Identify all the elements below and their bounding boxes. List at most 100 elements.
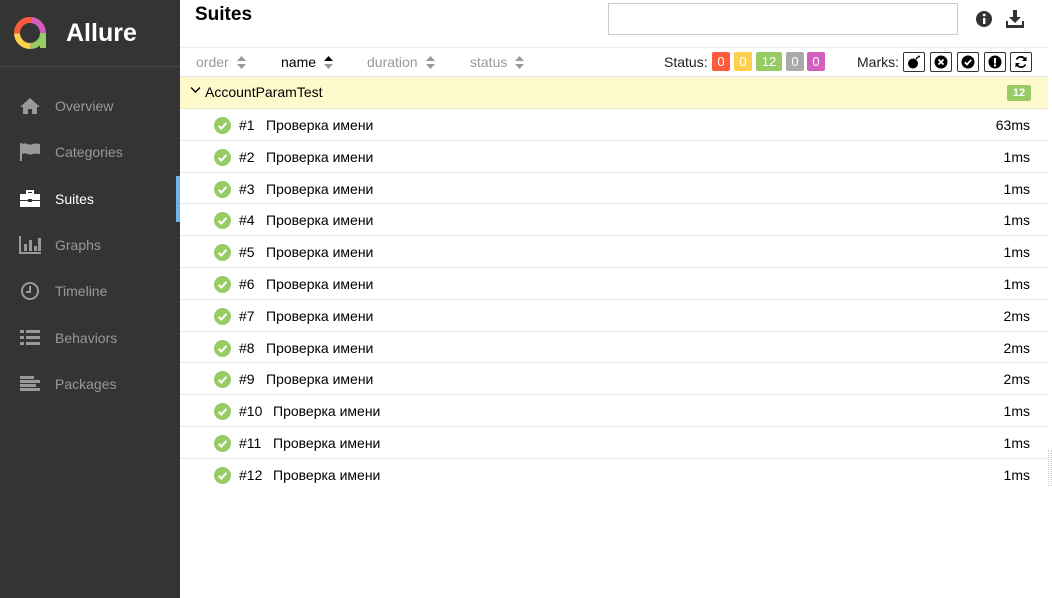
bar-chart-icon xyxy=(18,234,42,256)
status-label: Status: xyxy=(664,54,708,70)
test-name: Проверка имени xyxy=(273,403,381,420)
sidebar-item-packages[interactable]: Packages xyxy=(0,361,180,407)
marks-label: Marks: xyxy=(857,54,899,70)
test-row[interactable]: #1 Проверка имени 63ms xyxy=(180,109,1048,141)
flag-icon xyxy=(18,141,42,163)
test-row[interactable]: #12 Проверка имени 1ms xyxy=(180,459,1048,491)
test-row[interactable]: #8 Проверка имени 2ms xyxy=(180,332,1048,364)
resize-handle[interactable] xyxy=(1048,450,1052,486)
info-icon xyxy=(976,11,992,27)
test-name: Проверка имени xyxy=(266,244,374,261)
test-row[interactable]: #4 Проверка имени 1ms xyxy=(180,204,1048,237)
sort-name[interactable]: name xyxy=(281,54,334,70)
test-name: Проверка имени xyxy=(266,275,374,292)
status-broken-badge[interactable]: 0 xyxy=(734,52,752,71)
test-duration: 1ms xyxy=(1003,466,1030,483)
test-row[interactable]: #10 Проверка имени 1ms xyxy=(180,395,1048,427)
test-list: #1 Проверка имени 63ms #2 Проверка имени 1ms #… xyxy=(180,109,1048,491)
info-button[interactable] xyxy=(973,8,995,30)
check-circle-icon xyxy=(961,55,975,69)
mark-new-failed-button[interactable] xyxy=(930,52,952,72)
test-number: #1 xyxy=(239,117,255,133)
mark-new-broken-button[interactable] xyxy=(984,52,1006,72)
test-row[interactable]: #7 Проверка имени 2ms xyxy=(180,300,1048,332)
test-name: Проверка имени xyxy=(273,466,381,483)
header: Suites xyxy=(180,0,1048,47)
allure-logo-icon xyxy=(14,17,46,49)
sidebar-item-categories[interactable]: Categories xyxy=(0,129,180,175)
test-duration: 1ms xyxy=(1003,434,1030,451)
search-input[interactable] xyxy=(608,3,958,35)
status-failed-badge[interactable]: 0 xyxy=(712,52,730,71)
sort-icon xyxy=(515,55,525,69)
mark-flaky-button[interactable] xyxy=(903,52,925,72)
test-number: #4 xyxy=(239,212,255,229)
brand[interactable]: Allure xyxy=(0,0,180,67)
test-duration: 2ms xyxy=(1003,371,1030,388)
test-duration: 2ms xyxy=(1003,339,1030,356)
times-circle-icon xyxy=(934,55,948,69)
status-passed-badge[interactable]: 12 xyxy=(756,52,782,71)
sidebar-item-label: Behaviors xyxy=(55,329,118,346)
sort-icon xyxy=(236,55,246,69)
sidebar-item-overview[interactable]: Overview xyxy=(0,83,180,129)
sort-icon xyxy=(425,55,435,69)
sidebar-item-behaviors[interactable]: Behaviors xyxy=(0,314,180,360)
test-name: Проверка имени xyxy=(266,371,374,388)
test-duration: 1ms xyxy=(1003,403,1030,420)
test-duration: 1ms xyxy=(1003,212,1030,229)
download-icon xyxy=(1006,10,1024,28)
test-number: #6 xyxy=(239,275,255,292)
passed-status-icon xyxy=(214,275,231,293)
sidebar-item-label: Overview xyxy=(55,98,114,115)
status-skipped-badge[interactable]: 0 xyxy=(786,52,804,71)
clock-icon xyxy=(18,280,42,302)
sidebar-item-suites[interactable]: Suites xyxy=(0,175,180,222)
passed-status-icon xyxy=(214,403,231,421)
passed-status-icon xyxy=(214,148,231,166)
sort-order[interactable]: order xyxy=(196,54,246,70)
test-row[interactable]: #3 Проверка имени 1ms xyxy=(180,173,1048,205)
sidebar-nav: Overview Categories Suites Graphs Timeli… xyxy=(0,67,180,407)
status-unknown-badge[interactable]: 0 xyxy=(807,52,825,71)
chevron-down-icon xyxy=(190,87,201,93)
passed-status-icon xyxy=(214,244,231,262)
sort-label: order xyxy=(196,54,229,70)
sort-status[interactable]: status xyxy=(470,54,525,70)
passed-status-icon xyxy=(214,307,231,325)
test-name: Проверка имени xyxy=(273,434,381,451)
suite-group-row[interactable]: AccountParamTest 12 xyxy=(180,77,1048,109)
test-number: #7 xyxy=(239,307,255,324)
sort-duration[interactable]: duration xyxy=(367,54,435,70)
main-content: Suites order name duration status Status… xyxy=(180,0,1052,598)
suite-name: AccountParamTest xyxy=(205,84,323,100)
brand-name: Allure xyxy=(66,18,137,47)
sidebar-item-timeline[interactable]: Timeline xyxy=(0,268,180,314)
sidebar-item-label: Suites xyxy=(55,190,94,207)
test-number: #5 xyxy=(239,244,255,261)
briefcase-icon xyxy=(18,188,42,210)
mark-retries-button[interactable] xyxy=(1010,52,1032,72)
home-icon xyxy=(18,95,42,117)
passed-status-icon xyxy=(214,339,231,357)
test-name: Проверка имени xyxy=(266,339,374,356)
passed-status-icon xyxy=(214,466,231,484)
sidebar-item-graphs[interactable]: Graphs xyxy=(0,222,180,268)
test-row[interactable]: #11 Проверка имени 1ms xyxy=(180,427,1048,459)
test-row[interactable]: #2 Проверка имени 1ms xyxy=(180,141,1048,173)
download-button[interactable] xyxy=(1004,8,1026,30)
test-number: #10 xyxy=(239,403,263,420)
sort-label: duration xyxy=(367,54,418,70)
test-row[interactable]: #5 Проверка имени 1ms xyxy=(180,236,1048,268)
toolbar: order name duration status Status: 0 0 1… xyxy=(180,47,1048,77)
sidebar-item-label: Graphs xyxy=(55,237,101,254)
test-duration: 2ms xyxy=(1003,307,1030,324)
test-row[interactable]: #9 Проверка имени 2ms xyxy=(180,363,1048,396)
bomb-icon xyxy=(908,55,920,69)
page-title: Suites xyxy=(195,4,253,25)
test-duration: 1ms xyxy=(1003,244,1030,261)
test-row[interactable]: #6 Проверка имени 1ms xyxy=(180,268,1048,300)
mark-new-passed-button[interactable] xyxy=(957,52,979,72)
test-number: #2 xyxy=(239,148,255,165)
passed-status-icon xyxy=(214,434,231,452)
